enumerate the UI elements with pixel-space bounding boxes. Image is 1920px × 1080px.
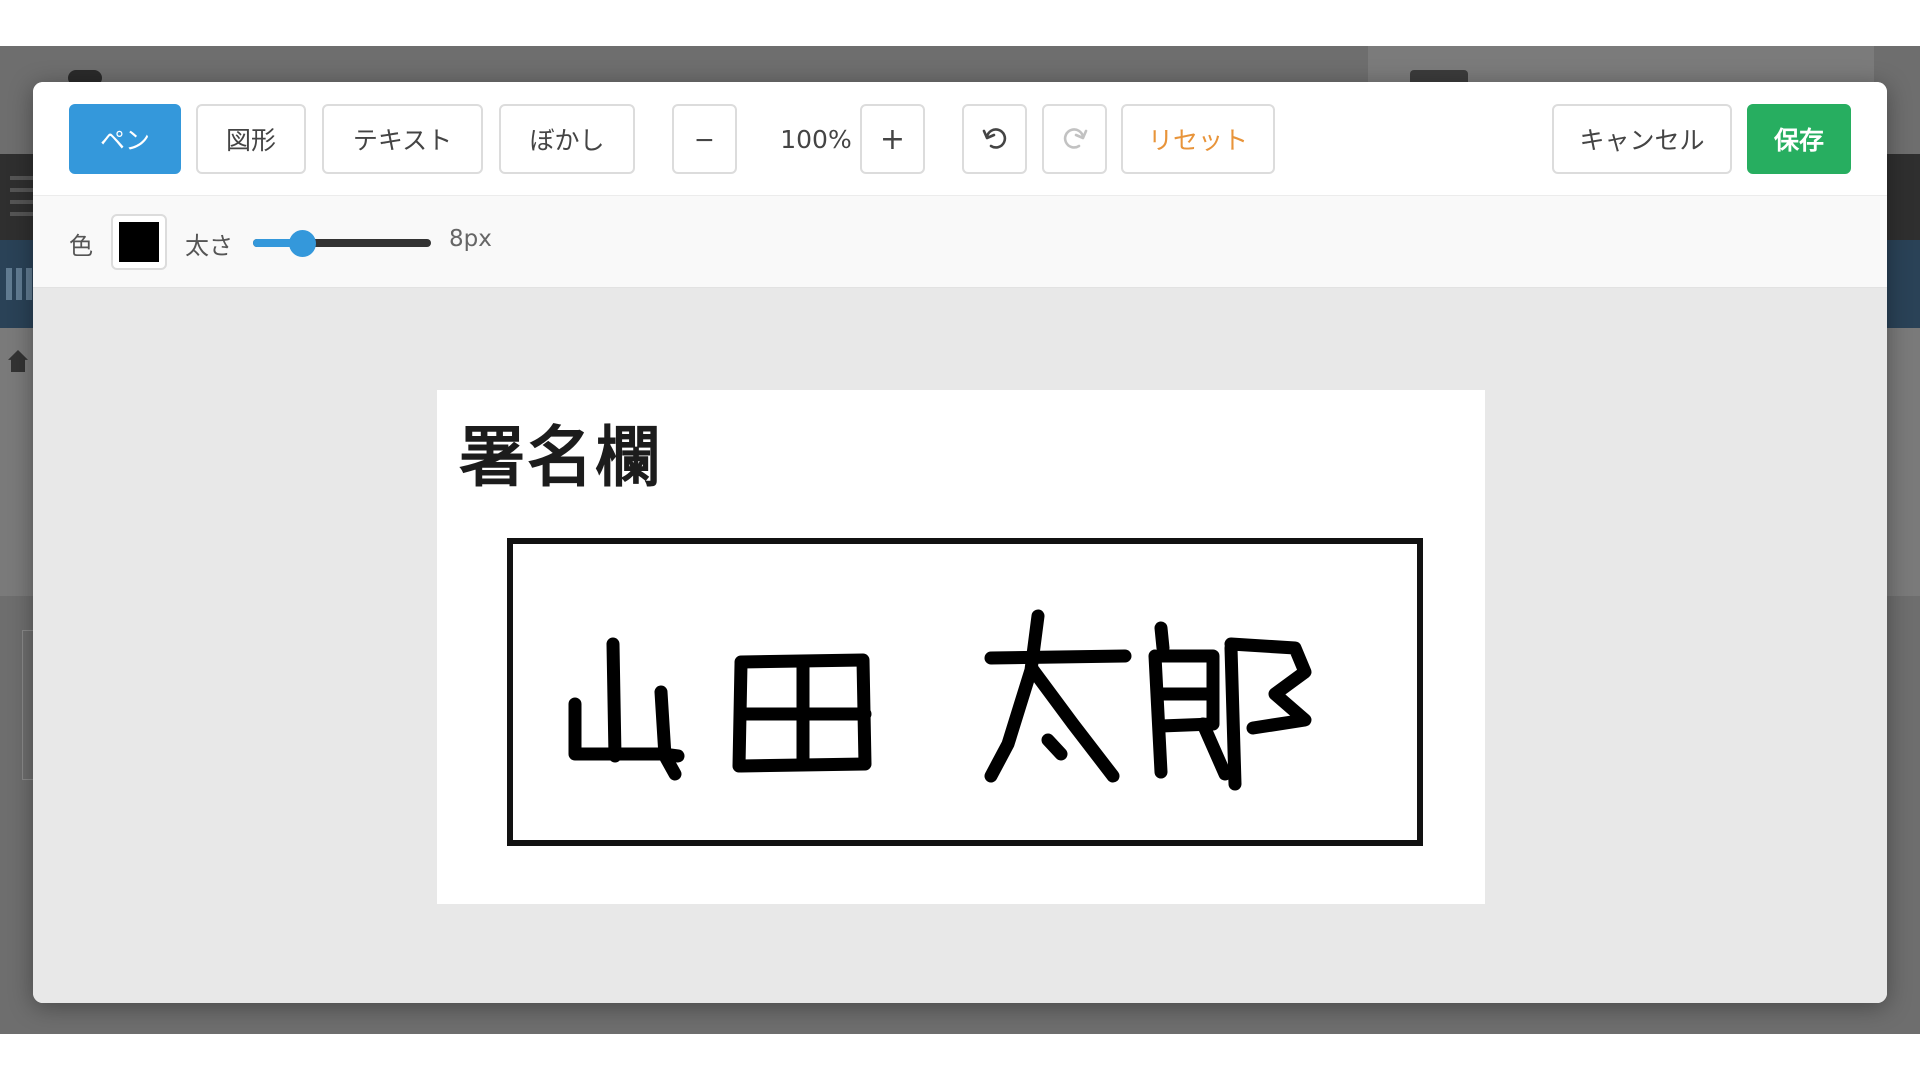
color-label: 色 [69,232,93,260]
handwritten-signature [568,609,1312,791]
grid-icon [6,268,32,300]
document-image[interactable]: 署名欄 [437,390,1485,904]
editor-toolbar: ペン 図形 テキスト ぼかし − 100% + リセット キャンセル 保存 [33,82,1887,196]
shape-tool-button[interactable]: 図形 [196,104,306,174]
redo-icon [1061,125,1089,153]
redo-button[interactable] [1042,104,1107,174]
editor-canvas-area[interactable]: 署名欄 [33,288,1887,1003]
tool-options-bar: 色 太さ 8px [33,196,1887,288]
document-title: 署名欄 [459,419,663,496]
width-value: 8px [449,226,492,252]
save-button[interactable]: 保存 [1747,104,1851,174]
text-tool-button[interactable]: テキスト [322,104,483,174]
blur-tool-button[interactable]: ぼかし [499,104,635,174]
width-label: 太さ [185,232,233,260]
zoom-out-button[interactable]: − [672,104,737,174]
cancel-button[interactable]: キャンセル [1552,104,1732,174]
signature-box [507,538,1423,846]
undo-button[interactable] [962,104,1027,174]
width-slider-thumb[interactable] [289,230,316,257]
color-picker[interactable] [111,214,167,270]
image-editor-modal: ペン 図形 テキスト ぼかし − 100% + リセット キャンセル 保存 色 … [33,82,1887,1003]
zoom-in-button[interactable]: + [860,104,925,174]
reset-button[interactable]: リセット [1121,104,1275,174]
pen-tool-button[interactable]: ペン [69,104,181,174]
undo-icon [981,125,1009,153]
color-swatch [119,222,159,262]
width-slider[interactable] [253,239,431,247]
hamburger-icon [10,176,34,220]
